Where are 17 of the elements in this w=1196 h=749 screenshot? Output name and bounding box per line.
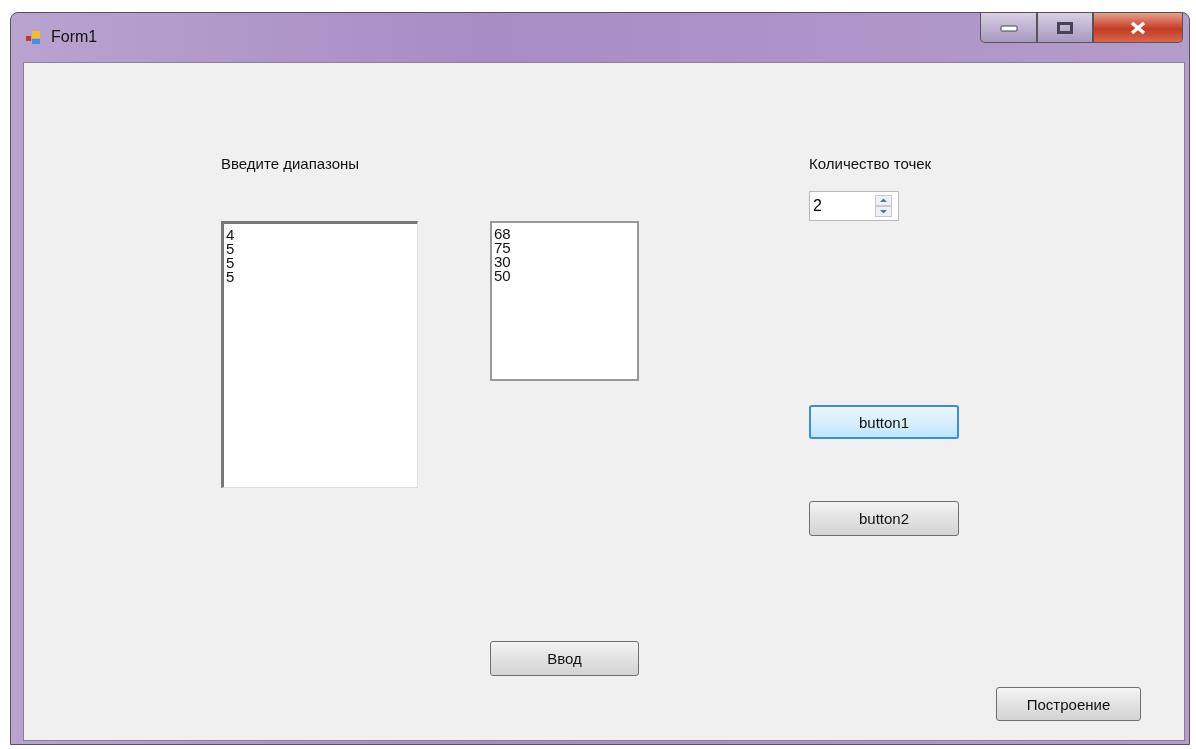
minimize-button[interactable] — [980, 13, 1037, 43]
close-icon — [1130, 21, 1146, 34]
points-label: Количество точек — [809, 154, 933, 172]
button2-button[interactable]: button2 — [809, 501, 959, 536]
build-button[interactable]: Построение — [996, 687, 1141, 721]
maximize-icon — [1057, 21, 1073, 34]
button1-button[interactable]: button1 — [809, 405, 959, 439]
close-button[interactable] — [1093, 13, 1183, 43]
points-spinner[interactable]: 2 — [809, 191, 899, 221]
minimize-icon — [999, 23, 1018, 32]
window-title: Form1 — [51, 28, 98, 46]
ranges-label: Введите диапазоны — [221, 154, 361, 172]
maximize-button[interactable] — [1037, 13, 1093, 43]
enter-button[interactable]: Ввод — [490, 641, 639, 676]
ranges-text-area[interactable]: 4 5 5 5 — [221, 221, 418, 488]
values-text-area[interactable]: 68 75 30 50 — [490, 221, 639, 381]
form-icon — [25, 30, 43, 46]
